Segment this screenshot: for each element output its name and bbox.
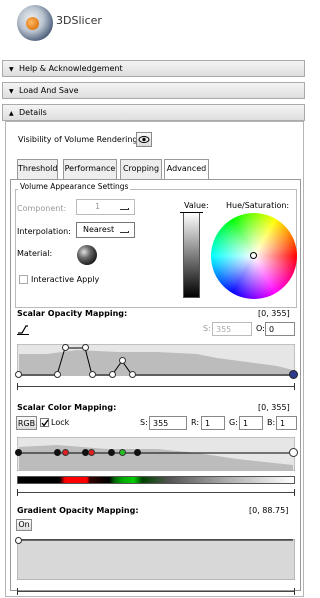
- opacity-range-max-handle[interactable]: [294, 383, 295, 390]
- dropdown-arrow-icon: [120, 231, 129, 233]
- material-sphere-button[interactable]: [77, 245, 97, 265]
- section-details-header[interactable]: ▲ Details: [2, 104, 305, 121]
- gradient-on-button[interactable]: On: [16, 519, 32, 531]
- color-control-point[interactable]: [54, 449, 61, 456]
- gradient-opacity-title: Gradient Opacity Mapping:: [17, 506, 139, 515]
- color-control-point-green[interactable]: [119, 449, 126, 456]
- collapse-arrow-icon: ▼: [9, 66, 14, 73]
- scalar-opacity-title: Scalar Opacity Mapping:: [17, 309, 128, 318]
- opacity-control-point[interactable]: [15, 371, 22, 378]
- interactive-apply-checkbox[interactable]: [19, 275, 28, 284]
- opacity-range-slider[interactable]: [17, 386, 295, 387]
- section-load-header[interactable]: ▼ Load And Save: [2, 82, 305, 99]
- gradient-opacity-range: [0, 88.75]: [249, 506, 289, 515]
- color-control-point[interactable]: [134, 449, 141, 456]
- opacity-control-point[interactable]: [54, 371, 61, 378]
- header-logo-area: 3DSlicer: [0, 0, 307, 48]
- opacity-range-min-handle[interactable]: [17, 383, 18, 390]
- component-select[interactable]: 1: [76, 199, 135, 215]
- opacity-control-point[interactable]: [129, 371, 136, 378]
- color-s-label: S:: [140, 418, 148, 427]
- color-b-label: B:: [267, 418, 276, 427]
- scalar-opacity-range: [0, 355]: [258, 309, 290, 318]
- tab-advanced[interactable]: Advanced: [164, 159, 209, 180]
- value-marker[interactable]: [180, 212, 203, 213]
- color-control-point[interactable]: [108, 449, 115, 456]
- opacity-control-point[interactable]: [109, 371, 116, 378]
- dropdown-arrow-icon: [120, 208, 129, 210]
- gradient-range-min-handle[interactable]: [17, 588, 18, 595]
- opacity-control-point[interactable]: [82, 344, 89, 351]
- color-range-slider[interactable]: [17, 492, 295, 493]
- opacity-s-label: S:: [203, 324, 211, 333]
- tab-performance[interactable]: Performance: [63, 159, 117, 179]
- color-control-point-red[interactable]: [62, 449, 69, 456]
- interactive-apply-label: Interactive Apply: [31, 275, 100, 284]
- color-g-label: G:: [229, 418, 238, 427]
- gradient-range-max-handle[interactable]: [294, 588, 295, 595]
- gradient-range-slider[interactable]: [17, 591, 295, 592]
- opacity-control-point[interactable]: [119, 357, 126, 364]
- color-r-label: R:: [191, 418, 200, 427]
- color-r-input[interactable]: 1: [201, 416, 225, 430]
- opacity-o-label: O:: [256, 324, 265, 333]
- expand-arrow-icon: ▲: [9, 110, 14, 117]
- lock-checkbox[interactable]: [40, 418, 49, 427]
- visibility-toggle-button[interactable]: [136, 132, 152, 147]
- gradient-opacity-plot[interactable]: [16, 538, 296, 581]
- opacity-curve-icon[interactable]: [17, 323, 29, 335]
- material-label: Material:: [17, 249, 53, 258]
- section-help-header[interactable]: ▼ Help & Acknowledgement: [2, 60, 305, 77]
- opacity-o-input[interactable]: 0: [265, 322, 295, 336]
- scalar-color-title: Scalar Color Mapping:: [17, 403, 117, 412]
- color-b-input[interactable]: 1: [276, 416, 297, 430]
- hue-picker-handle[interactable]: [250, 252, 257, 259]
- lock-label: Lock: [51, 418, 70, 427]
- appearance-group-title: Volume Appearance Settings: [18, 182, 131, 191]
- slicer-logo-icon: [17, 5, 53, 41]
- color-range-max-handle[interactable]: [294, 489, 295, 496]
- eye-icon: [138, 136, 150, 143]
- color-s-input[interactable]: 355: [149, 416, 187, 430]
- hue-saturation-label: Hue/Saturation:: [226, 201, 290, 210]
- tab-threshold[interactable]: Threshold: [17, 159, 58, 179]
- interpolation-select[interactable]: Nearest: [76, 222, 135, 238]
- color-transfer-bar: [17, 476, 295, 484]
- collapse-arrow-icon: ▼: [9, 88, 14, 95]
- interpolation-label: Interpolation:: [17, 227, 71, 236]
- opacity-endpoint-selected[interactable]: [289, 370, 298, 379]
- color-g-input[interactable]: 1: [239, 416, 263, 430]
- rgb-mode-button[interactable]: RGB: [16, 416, 37, 430]
- gradient-control-point[interactable]: [15, 537, 22, 544]
- scalar-color-range: [0, 355]: [258, 403, 290, 412]
- opacity-control-point[interactable]: [62, 344, 69, 351]
- opacity-s-input[interactable]: 355: [212, 322, 252, 336]
- color-control-point[interactable]: [15, 449, 22, 456]
- color-control-point-red[interactable]: [88, 449, 95, 456]
- app-title: 3DSlicer: [56, 14, 102, 27]
- component-label: Component:: [17, 204, 67, 213]
- color-endpoint[interactable]: [289, 448, 298, 457]
- value-gradient-slider[interactable]: [183, 212, 200, 298]
- value-label: Value:: [184, 201, 209, 210]
- visibility-label: Visibility of Volume Rendering:: [18, 135, 141, 144]
- tab-cropping[interactable]: Cropping: [120, 159, 162, 179]
- color-range-min-handle[interactable]: [17, 489, 18, 496]
- opacity-control-point[interactable]: [89, 371, 96, 378]
